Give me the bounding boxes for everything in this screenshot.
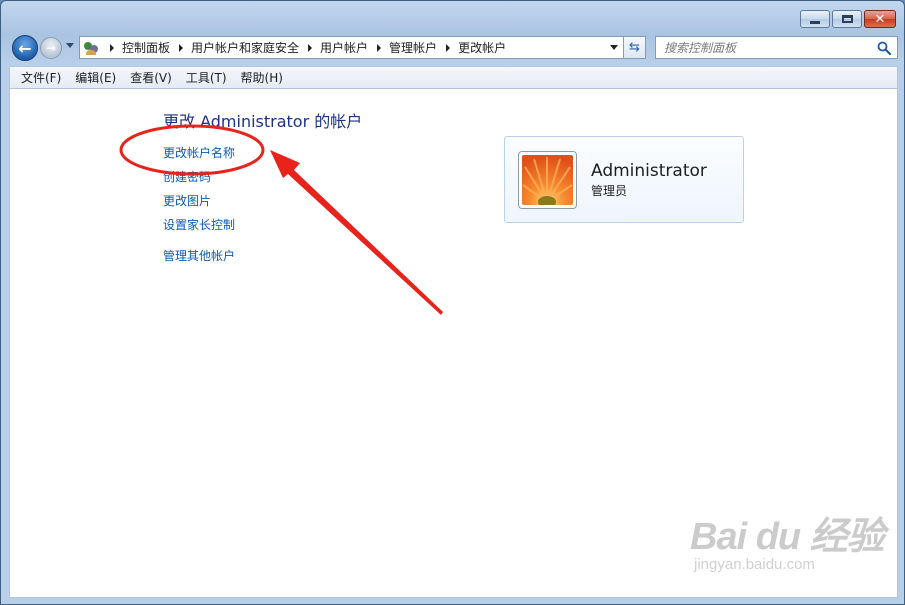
account-name: Administrator	[591, 161, 707, 181]
breadcrumb-user-accounts[interactable]: 用户帐户	[320, 39, 368, 56]
chevron-right-icon[interactable]	[377, 43, 382, 52]
avatar	[518, 151, 577, 209]
menu-bar: 文件(F) 编辑(E) 查看(V) 工具(T) 帮助(H)	[9, 66, 898, 88]
breadcrumb: 控制面板 用户帐户和家庭安全 用户帐户 管理帐户 更改帐户	[101, 37, 506, 58]
page-title: 更改 Administrator 的帐户	[163, 112, 363, 131]
create-password-link[interactable]: 创建密码	[163, 168, 211, 185]
minimize-icon	[810, 20, 820, 24]
caption-buttons: ✕	[800, 10, 896, 28]
chevron-right-icon[interactable]	[110, 43, 114, 52]
chevron-right-icon[interactable]	[308, 43, 313, 52]
search-input[interactable]	[664, 40, 869, 55]
breadcrumb-manage-accounts[interactable]: 管理帐户	[389, 39, 437, 56]
minimize-button[interactable]	[800, 10, 830, 28]
users-icon	[83, 39, 101, 57]
search-box[interactable]	[655, 36, 898, 59]
chevron-right-icon[interactable]	[179, 43, 184, 52]
menu-view[interactable]: 查看(V)	[123, 69, 179, 86]
menu-edit[interactable]: 编辑(E)	[68, 69, 123, 86]
menu-tools[interactable]: 工具(T)	[179, 69, 234, 86]
refresh-icon: ⇆	[629, 40, 640, 55]
navigation-row: ← → 控制面板 用户帐户和家庭安全 用户帐户 管理帐户 更改帐户 ⇆	[9, 34, 898, 62]
search-icon[interactable]	[877, 41, 891, 55]
close-button[interactable]: ✕	[864, 10, 896, 28]
chevron-right-icon[interactable]	[446, 43, 451, 52]
parental-controls-link[interactable]: 设置家长控制	[163, 216, 235, 233]
menu-file[interactable]: 文件(F)	[14, 69, 68, 86]
address-dropdown-icon[interactable]	[610, 45, 618, 50]
flower-icon	[522, 155, 573, 208]
account-card: Administrator 管理员	[504, 136, 744, 223]
manage-other-accounts-link[interactable]: 管理其他帐户	[163, 247, 235, 264]
account-role: 管理员	[591, 184, 628, 198]
forward-button[interactable]: →	[40, 37, 62, 59]
close-icon: ✕	[874, 11, 886, 27]
address-bar[interactable]: 控制面板 用户帐户和家庭安全 用户帐户 管理帐户 更改帐户	[79, 36, 624, 59]
change-picture-link[interactable]: 更改图片	[163, 192, 211, 209]
menu-help[interactable]: 帮助(H)	[234, 69, 290, 86]
breadcrumb-user-accounts-family-safety[interactable]: 用户帐户和家庭安全	[191, 39, 299, 56]
breadcrumb-control-panel[interactable]: 控制面板	[122, 39, 170, 56]
watermark: Bai du 经验 jingyan.baidu.com	[690, 505, 885, 573]
maximize-button[interactable]	[832, 10, 862, 28]
arrow-left-icon: ←	[18, 38, 32, 58]
watermark-logo: Bai du 经验	[690, 516, 885, 558]
maximize-icon	[841, 15, 853, 23]
refresh-button[interactable]: ⇆	[624, 36, 646, 59]
back-button[interactable]: ←	[12, 35, 38, 61]
change-account-name-link[interactable]: 更改帐户名称	[163, 144, 235, 161]
history-dropdown-icon[interactable]	[66, 43, 74, 48]
breadcrumb-change-account[interactable]: 更改帐户	[458, 39, 506, 56]
arrow-right-icon: →	[45, 41, 57, 55]
